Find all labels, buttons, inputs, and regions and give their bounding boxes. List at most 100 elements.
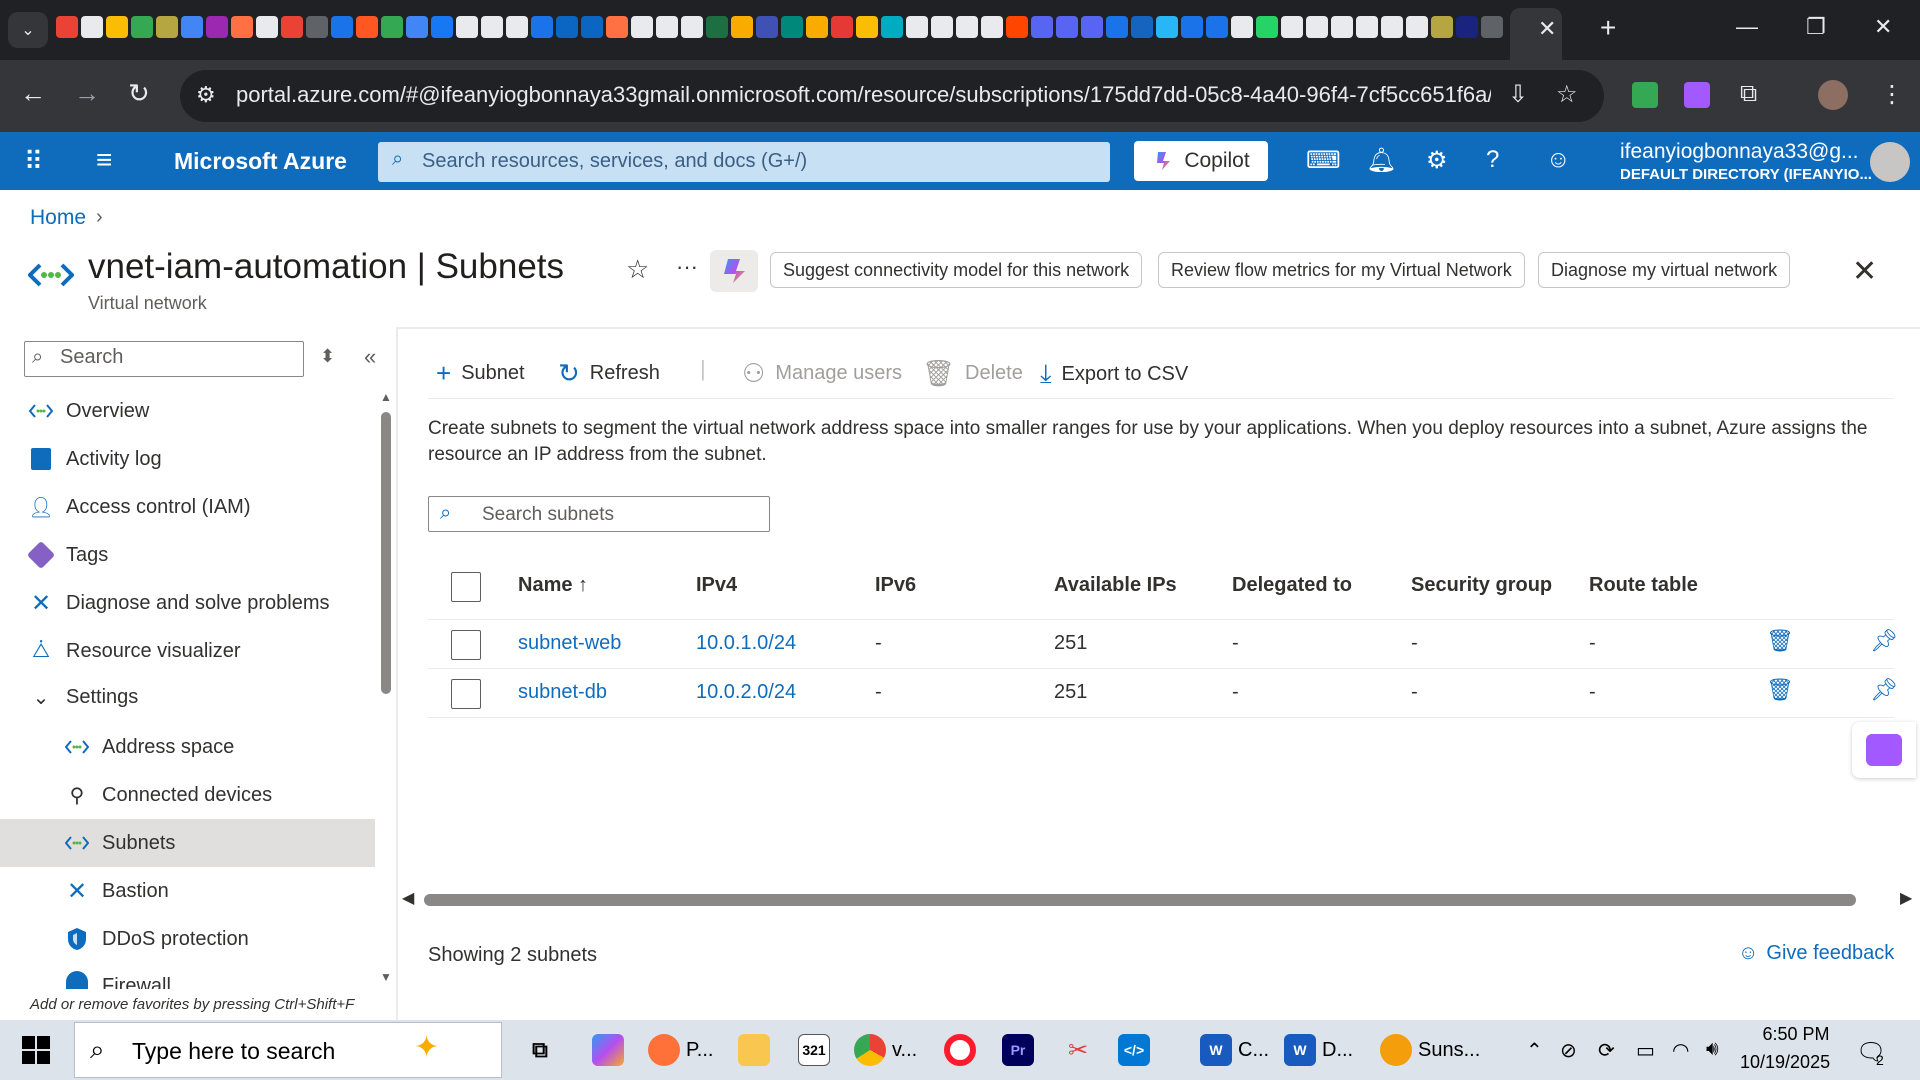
tab-favicon[interactable] — [631, 16, 653, 38]
tab-favicon[interactable] — [356, 16, 378, 38]
tab-favicon[interactable] — [981, 16, 1003, 38]
more-actions-icon[interactable]: ··· — [676, 254, 698, 280]
url-text[interactable]: portal.azure.com/#@ifeanyiogbonnaya33gma… — [236, 82, 1491, 108]
tab-favicon[interactable] — [481, 16, 503, 38]
tab-favicon[interactable] — [1481, 16, 1503, 38]
battery-icon[interactable]: ▭ — [1636, 1038, 1655, 1063]
row-delete-trash-icon[interactable]: 🗑︎ — [1766, 628, 1794, 654]
tab-favicon[interactable] — [406, 16, 428, 38]
tab-favicon[interactable] — [281, 16, 303, 38]
tab-favicon[interactable] — [181, 16, 203, 38]
tab-favicon[interactable] — [831, 16, 853, 38]
cloud-shell-icon[interactable]: ⌨ — [1306, 146, 1341, 175]
account-name[interactable]: ifeanyiogbonnaya33@g... — [1620, 140, 1859, 164]
tab-favicon[interactable] — [456, 16, 478, 38]
taskbar-app-word-1[interactable]: W C... — [1200, 1034, 1269, 1066]
tab-favicon[interactable] — [706, 16, 728, 38]
nav-item-connected-devices[interactable]: ⚲ Connected devices — [0, 771, 375, 819]
nav-group-settings[interactable]: ⌄ Settings — [0, 673, 375, 721]
tab-favicon[interactable] — [131, 16, 153, 38]
tab-favicon[interactable] — [1406, 16, 1428, 38]
nav-item-tags[interactable]: Tags — [0, 531, 375, 579]
table-row[interactable] — [428, 669, 1894, 717]
select-all-checkbox[interactable] — [451, 572, 481, 602]
azure-brand[interactable]: Microsoft Azure — [174, 148, 347, 175]
column-header-name[interactable]: Name ↑ — [518, 574, 588, 597]
nav-item-diagnose[interactable]: ✕ Diagnose and solve problems — [0, 579, 375, 627]
sync-tray-icon[interactable]: ⟳ — [1598, 1038, 1615, 1063]
subnet-name-link[interactable]: subnet-web — [518, 632, 621, 655]
app-launcher-icon[interactable]: ⠿ — [24, 146, 43, 177]
tab-favicon[interactable] — [531, 16, 553, 38]
tab-favicon[interactable] — [606, 16, 628, 38]
tab-favicon[interactable] — [556, 16, 578, 38]
window-close-icon[interactable]: ✕ — [1874, 14, 1892, 40]
scroll-right-arrow-icon[interactable]: ▶ — [1900, 888, 1912, 908]
security-tray-icon[interactable]: ⊘ — [1560, 1038, 1577, 1063]
row-pin-icon[interactable]: 📌︎ — [1870, 628, 1898, 654]
search-highlight-icon[interactable]: ✦ — [414, 1030, 439, 1065]
row-delete-trash-icon[interactable]: 🗑︎ — [1766, 677, 1794, 703]
extension-icon[interactable] — [1632, 82, 1658, 108]
row-pin-icon[interactable]: 📌︎ — [1870, 677, 1898, 703]
extensions-puzzle-icon[interactable]: ⧉ — [1740, 80, 1757, 108]
add-subnet-button[interactable]: + Subnet — [436, 358, 525, 389]
expand-collapse-icon[interactable]: ⬍ — [320, 346, 335, 367]
tab-favicon[interactable] — [1031, 16, 1053, 38]
tab-favicon[interactable] — [881, 16, 903, 38]
windows-start-icon[interactable] — [22, 1036, 50, 1069]
column-header-delegated-to[interactable]: Delegated to — [1232, 574, 1352, 597]
scroll-down-arrow-icon[interactable]: ▼ — [380, 970, 392, 984]
nav-item-resource-visualizer[interactable]: ⧊ Resource visualizer — [0, 627, 375, 675]
wifi-icon[interactable]: ◠ — [1672, 1038, 1689, 1063]
pinned-tab-favicons[interactable] — [56, 16, 1506, 44]
nav-item-bastion[interactable]: ✕ Bastion — [0, 867, 375, 915]
tab-favicon[interactable] — [81, 16, 103, 38]
export-csv-button[interactable]: ⤓ Export to CSV — [1040, 358, 1188, 390]
tab-favicon[interactable] — [206, 16, 228, 38]
install-app-icon[interactable]: ⇩ — [1508, 80, 1528, 109]
close-tab-icon[interactable]: ✕ — [1538, 16, 1556, 42]
portal-menu-icon[interactable]: ≡ — [96, 144, 112, 176]
vscode-icon[interactable]: </> — [1118, 1034, 1150, 1066]
premiere-pro-icon[interactable]: Pr — [1002, 1034, 1034, 1066]
ipv4-link[interactable]: 10.0.1.0/24 — [696, 632, 796, 655]
notifications-bell-icon[interactable]: 🔔︎ — [1366, 146, 1396, 175]
snipping-tool-icon[interactable]: ✂ — [1062, 1034, 1094, 1066]
browser-menu-icon[interactable]: ⋮ — [1880, 80, 1904, 109]
tab-favicon[interactable] — [1181, 16, 1203, 38]
tab-favicon[interactable] — [1056, 16, 1078, 38]
restore-icon[interactable]: ❐ — [1806, 14, 1826, 40]
tab-favicon[interactable] — [1256, 16, 1278, 38]
bookmark-star-icon[interactable]: ☆ — [1556, 80, 1578, 109]
show-hidden-icons-chevron-icon[interactable]: ⌃ — [1526, 1038, 1543, 1063]
column-header-ipv6[interactable]: IPv6 — [875, 574, 916, 597]
tab-favicon[interactable] — [906, 16, 928, 38]
prompt-diagnose-network[interactable]: Diagnose my virtual network — [1538, 252, 1791, 288]
tab-favicon[interactable] — [1456, 16, 1478, 38]
tab-favicon[interactable] — [681, 16, 703, 38]
prompt-suggest-connectivity[interactable]: Suggest connectivity model for this netw… — [770, 252, 1143, 288]
row-checkbox[interactable] — [451, 630, 481, 660]
tab-favicon[interactable] — [1081, 16, 1103, 38]
tab-favicon[interactable] — [1106, 16, 1128, 38]
tab-favicon[interactable] — [1331, 16, 1353, 38]
tab-favicon[interactable] — [156, 16, 178, 38]
taskbar-app-word-2[interactable]: W D... — [1284, 1034, 1353, 1066]
tab-favicon[interactable] — [656, 16, 678, 38]
help-icon[interactable]: ? — [1486, 146, 1499, 174]
tab-favicon[interactable] — [106, 16, 128, 38]
minimize-icon[interactable]: — — [1736, 14, 1758, 40]
tab-favicon[interactable] — [1356, 16, 1378, 38]
tab-favicon[interactable] — [506, 16, 528, 38]
scroll-up-arrow-icon[interactable]: ▲ — [380, 390, 392, 404]
task-view-icon[interactable]: ⧉ — [524, 1034, 556, 1066]
taskbar-app-chrome[interactable]: v... — [854, 1034, 917, 1066]
breadcrumb-home[interactable]: Home — [30, 206, 86, 230]
taskbar-weather[interactable]: Suns... — [1380, 1034, 1480, 1066]
copilot-button[interactable]: Copilot — [1134, 141, 1268, 181]
collapse-menu-icon[interactable]: « — [364, 344, 376, 370]
column-header-available-ips[interactable]: Available IPs — [1054, 574, 1177, 597]
clock-date[interactable]: 10/19/2025 — [1740, 1052, 1830, 1073]
new-tab-button[interactable]: + — [1600, 12, 1616, 44]
